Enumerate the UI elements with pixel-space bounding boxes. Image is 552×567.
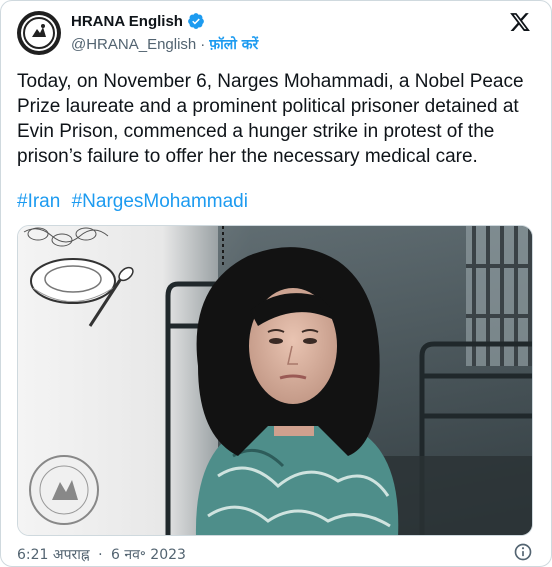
display-name[interactable]: HRANA English [71, 13, 183, 30]
x-logo-icon[interactable] [509, 11, 531, 33]
tweet-date: 6 नव॰ 2023 [110, 547, 186, 563]
tweet-card: HRANA English @HRANA_English · फ़ॉलो करे… [0, 0, 552, 567]
follow-button[interactable]: फ़ॉलो करें [209, 35, 258, 54]
timestamp-separator: · [98, 547, 103, 563]
hashtags: #Iran #NargesMohammadi [17, 191, 254, 213]
avatar[interactable] [17, 11, 61, 55]
separator: · [200, 36, 206, 53]
hashtag-iran[interactable]: #Iran [17, 191, 60, 212]
verified-badge-icon [188, 13, 204, 29]
name-row: HRANA English [71, 12, 205, 30]
timestamp[interactable]: 6:21 अपराह्न · 6 नव॰ 2023 [17, 545, 190, 564]
tweet-text: Today, on November 6, Narges Mohammadi, … [17, 71, 529, 167]
empty-plate-icon [30, 258, 117, 304]
handle[interactable]: @HRANA_English [71, 36, 196, 53]
hashtag-narges-mohammadi[interactable]: #NargesMohammadi [72, 191, 248, 212]
handle-row: @HRANA_English · फ़ॉलो करें [71, 35, 258, 54]
hrana-logo-icon [21, 15, 57, 51]
tweet-image[interactable] [17, 225, 533, 536]
tweet-time: 6:21 अपराह्न [17, 547, 90, 563]
hrana-seal-icon [29, 455, 99, 525]
info-icon[interactable] [513, 542, 533, 562]
